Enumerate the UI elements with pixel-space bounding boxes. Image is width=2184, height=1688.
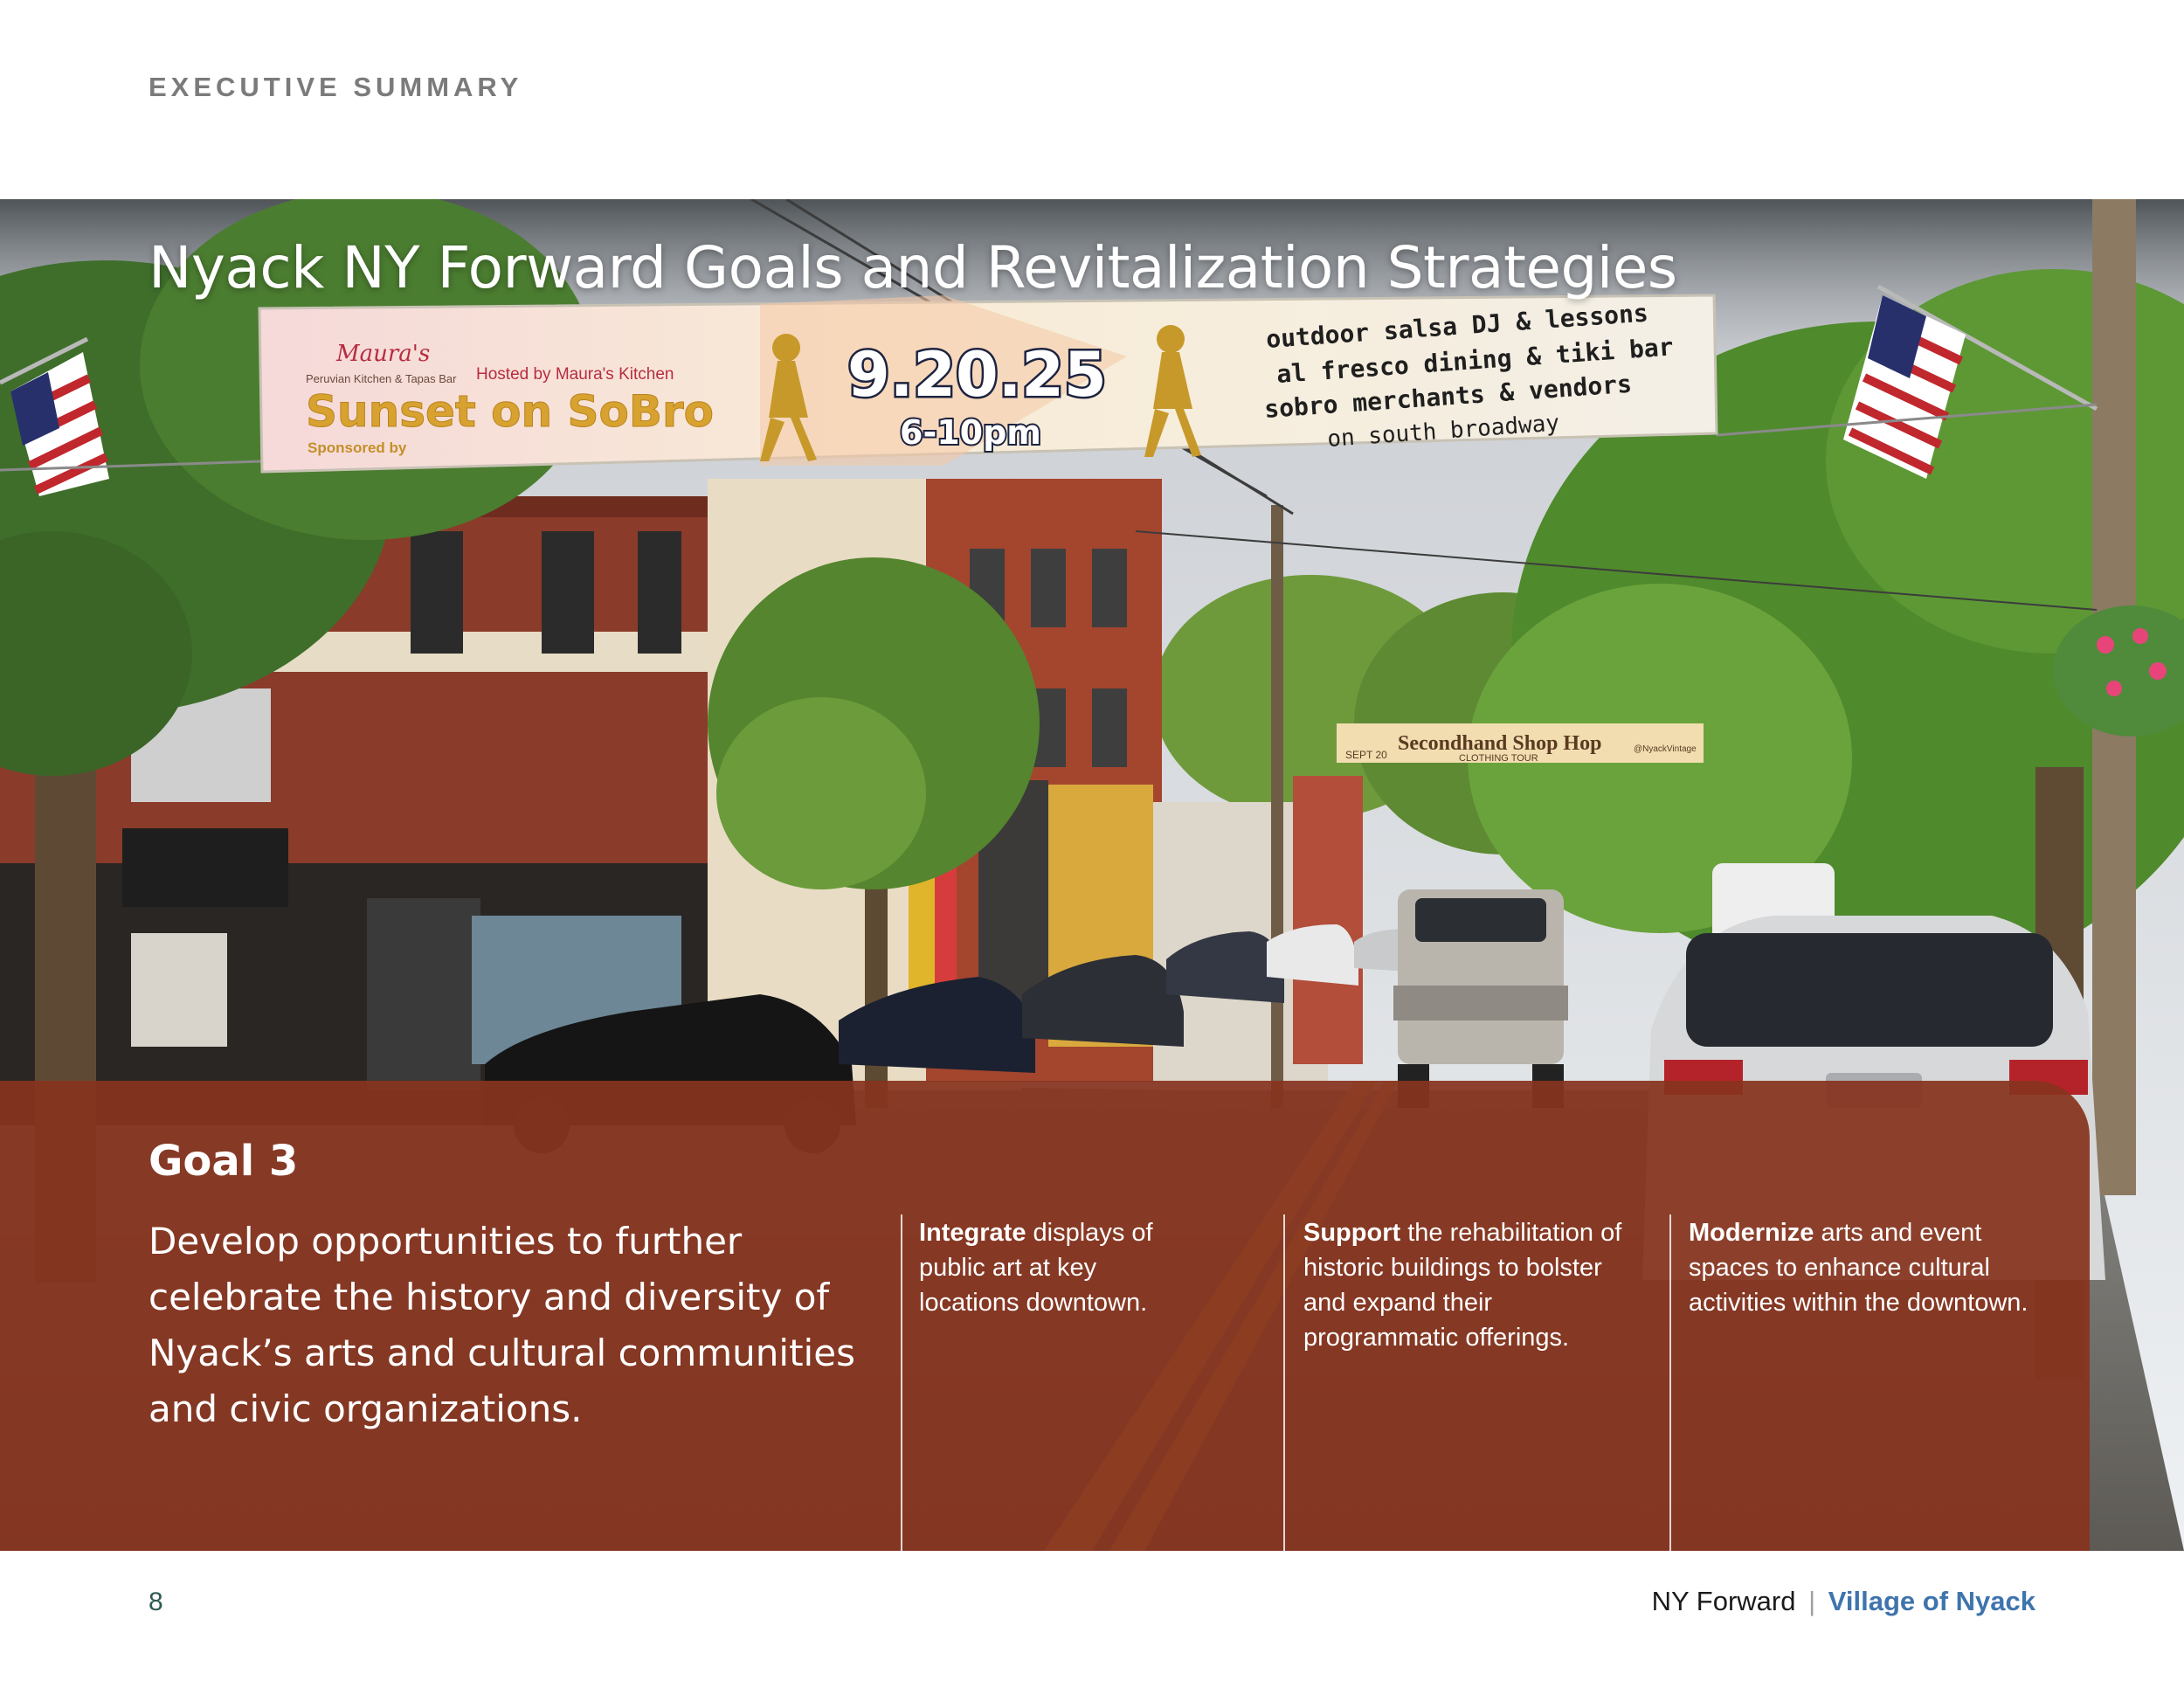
svg-text:6-10pm: 6-10pm xyxy=(900,413,1041,452)
column-divider xyxy=(1669,1214,1671,1551)
svg-text:Maura's: Maura's xyxy=(335,341,430,367)
svg-text:Sunset on SoBro: Sunset on SoBro xyxy=(306,386,714,437)
svg-text:Peruvian Kitchen & Tapas Bar: Peruvian Kitchen & Tapas Bar xyxy=(306,372,457,385)
footer-credit: NY Forward | Village of Nyack xyxy=(1652,1586,2035,1617)
footer-separator: | xyxy=(1808,1586,1816,1616)
svg-text:Sponsored by: Sponsored by xyxy=(308,439,407,456)
strategy-lead: Modernize xyxy=(1689,1219,1814,1247)
svg-text:@NyackVintage: @NyackVintage xyxy=(1634,744,1697,754)
svg-text:Hosted by Maura's Kitchen: Hosted by Maura's Kitchen xyxy=(476,365,674,384)
section-label: EXECUTIVE SUMMARY xyxy=(149,72,523,102)
strategy-integrate: Integrate displays of public art at key … xyxy=(919,1215,1172,1320)
svg-text:CLOTHING TOUR: CLOTHING TOUR xyxy=(1459,753,1538,764)
goal-title: Goal 3 xyxy=(149,1137,299,1186)
strategy-modernize: Modernize arts and event spaces to enhan… xyxy=(1689,1215,2056,1320)
strategy-support: Support the rehabilitation of historic b… xyxy=(1303,1215,1627,1355)
goal-panel: Goal 3 Develop opportunities to further … xyxy=(0,1081,2090,1551)
goal-description: Develop opportunities to further celebra… xyxy=(149,1220,855,1430)
column-divider xyxy=(901,1214,902,1551)
strategy-lead: Support xyxy=(1303,1219,1401,1247)
svg-text:9.20.25: 9.20.25 xyxy=(847,339,1107,411)
footer-program: NY Forward xyxy=(1651,1586,1796,1616)
strategy-lead: Integrate xyxy=(919,1219,1026,1247)
svg-text:SEPT 20: SEPT 20 xyxy=(1345,749,1387,761)
column-divider xyxy=(1283,1214,1285,1551)
svg-text:Secondhand Shop Hop: Secondhand Shop Hop xyxy=(1398,732,1601,755)
page-number: 8 xyxy=(149,1588,163,1616)
far-banner: Secondhand Shop Hop SEPT 20 CLOTHING TOU… xyxy=(1337,723,1704,764)
footer-village: Village of Nyack xyxy=(1828,1586,2035,1616)
page-title: Nyack NY Forward Goals and Revitalizatio… xyxy=(149,234,1677,301)
